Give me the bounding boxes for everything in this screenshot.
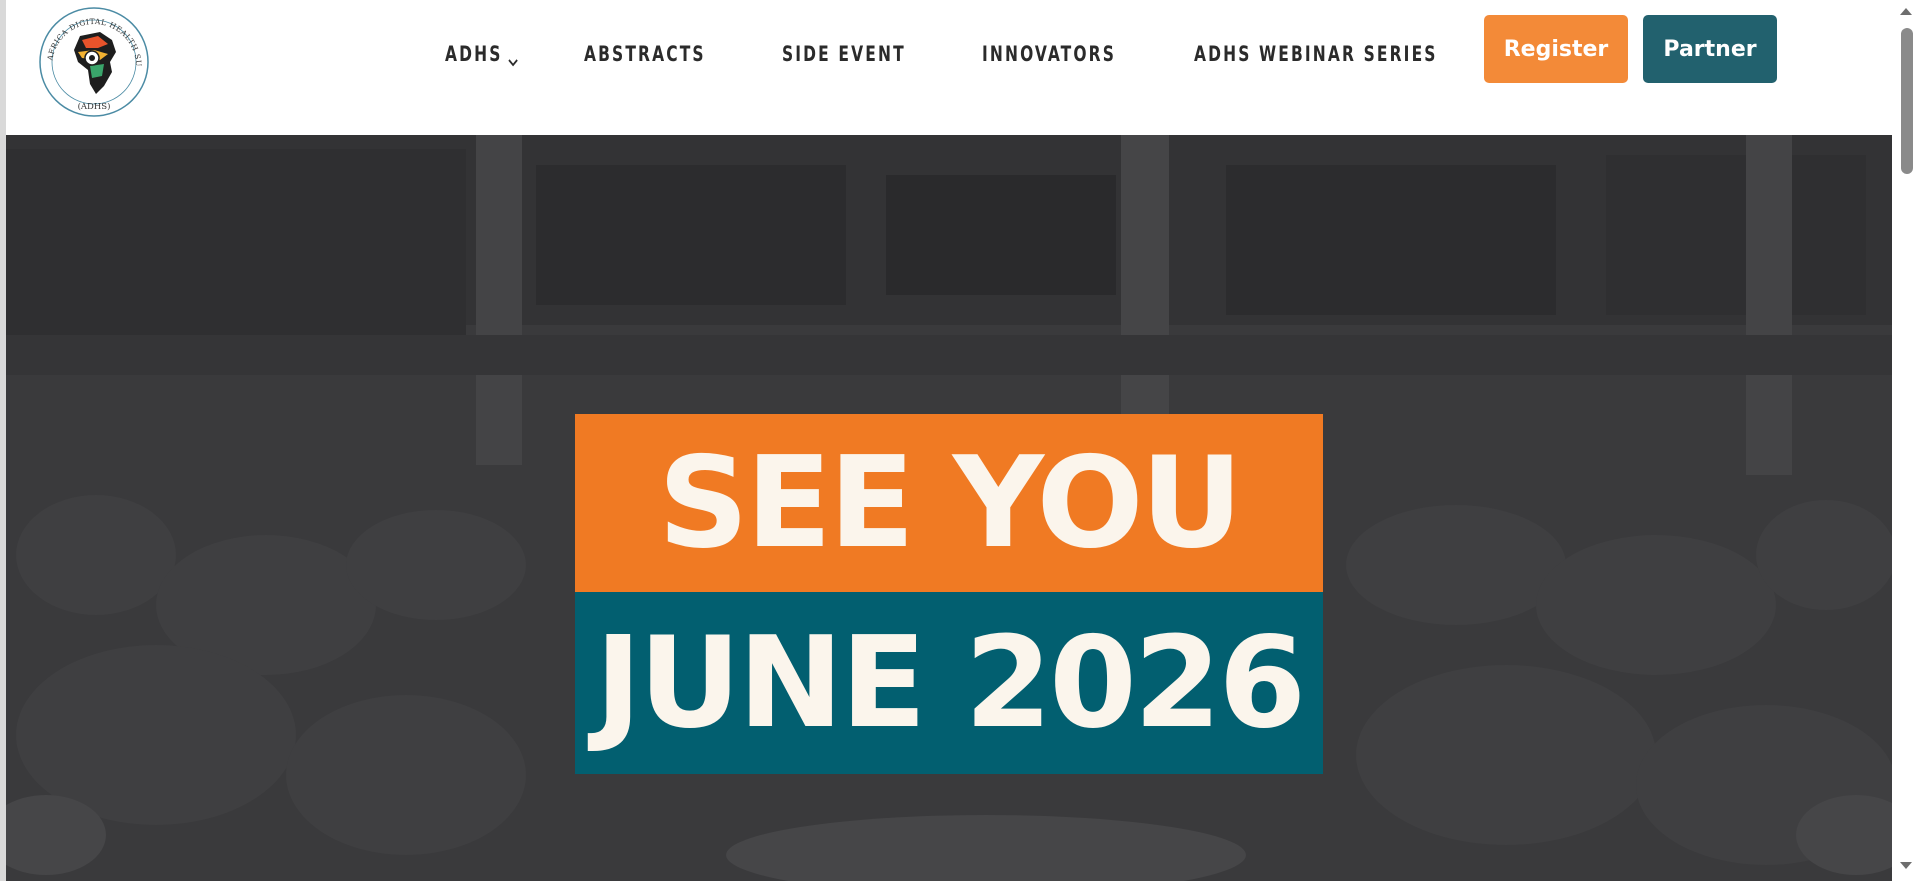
nav-item-label: ABSTRACTS — [584, 42, 706, 66]
nav-item-label: SIDE EVENT — [781, 42, 906, 66]
register-button[interactable]: Register — [1484, 15, 1628, 83]
scroll-up-arrow-icon[interactable] — [1897, 3, 1915, 17]
adhs-logo[interactable]: AFRICA DIGITAL HEALTH SUMMIT (ADHS) — [34, 0, 150, 118]
banner-bottom-band: JUNE 2026 — [575, 592, 1323, 774]
nav-item-label: ADHS — [445, 42, 503, 66]
chevron-down-icon — [507, 49, 518, 67]
nav-item-label: ADHS WEBINAR SERIES — [1193, 42, 1438, 66]
banner-top-band: SEE YOU — [575, 414, 1323, 592]
page: AFRICA DIGITAL HEALTH SUMMIT (ADHS) ADHS… — [6, 0, 1892, 881]
event-date-banner: SEE YOU JUNE 2026 — [575, 414, 1323, 774]
partner-button[interactable]: Partner — [1643, 15, 1777, 83]
adhs-logo-emblem: AFRICA DIGITAL HEALTH SUMMIT (ADHS) — [34, 0, 149, 117]
nav-item-abstracts[interactable]: ABSTRACTS — [584, 42, 706, 66]
nav-item-adhs-webinar-series[interactable]: ADHS WEBINAR SERIES — [1194, 42, 1438, 66]
scroll-down-arrow-icon[interactable] — [1897, 858, 1915, 872]
nav-item-innovators[interactable]: INNOVATORS — [982, 42, 1116, 66]
nav-item-side-event[interactable]: SIDE EVENT — [782, 42, 906, 66]
vertical-scrollbar[interactable] — [1892, 0, 1920, 881]
banner-line-1: SEE YOU — [658, 429, 1243, 576]
site-header: AFRICA DIGITAL HEALTH SUMMIT (ADHS) ADHS… — [6, 0, 1892, 135]
nav-item-label: INNOVATORS — [981, 42, 1116, 66]
scrollbar-thumb[interactable] — [1901, 28, 1913, 174]
logo-short-name: (ADHS) — [78, 101, 111, 112]
nav-item-adhs[interactable]: ADHS — [445, 42, 519, 67]
banner-line-2: JUNE 2026 — [594, 609, 1306, 756]
main-nav: ADHS ABSTRACTS SIDE EVENT INNOVATORS ADH… — [445, 42, 1540, 67]
hero-section: SEE YOU JUNE 2026 — [6, 135, 1892, 881]
